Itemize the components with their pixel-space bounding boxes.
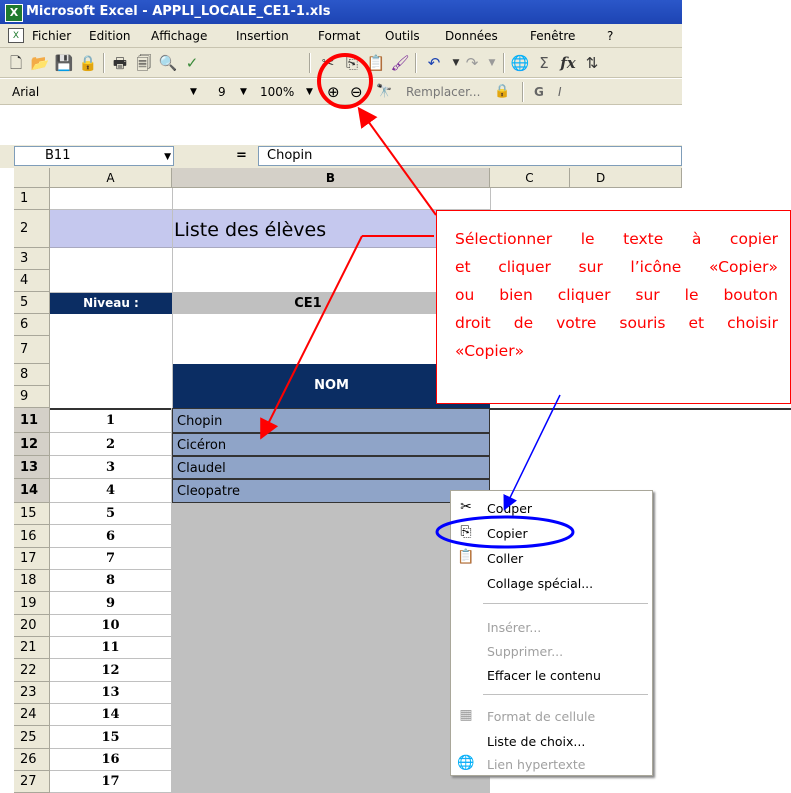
copy-icon-highlight [317, 53, 373, 109]
copier-menu-highlight [435, 515, 575, 549]
arrow-to-context-menu [503, 394, 561, 511]
annotation-overlay [260, 53, 575, 549]
arrow-to-toolbar [357, 106, 437, 216]
arrow-to-names [260, 235, 363, 440]
